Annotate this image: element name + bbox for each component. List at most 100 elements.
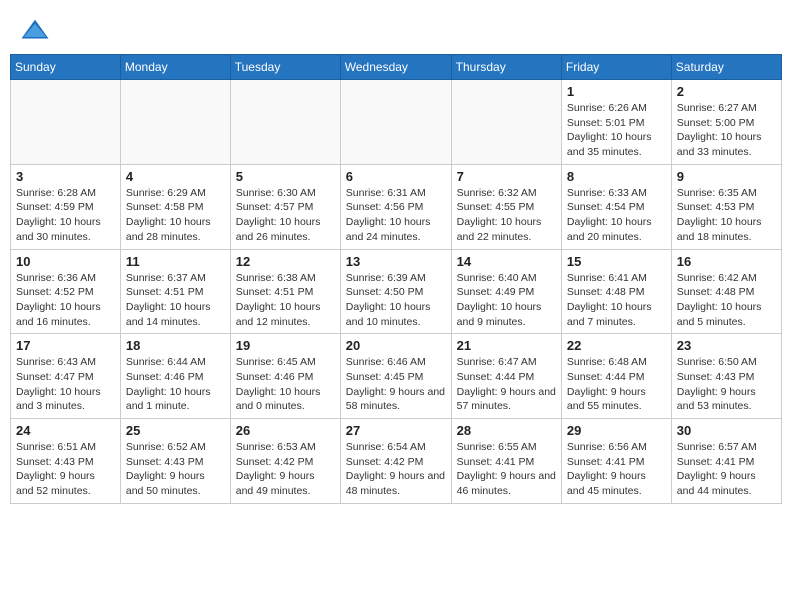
day-number: 20 (346, 338, 446, 353)
calendar-cell: 2 Sunrise: 6:27 AM Sunset: 5:00 PM Daylig… (671, 80, 781, 165)
day-info: Sunrise: 6:31 AM Sunset: 4:56 PM Dayligh… (346, 186, 446, 245)
day-number: 11 (126, 254, 225, 269)
calendar-cell: 7 Sunrise: 6:32 AM Sunset: 4:55 PM Daylig… (451, 164, 561, 249)
calendar-cell: 23Sunrise: 6:50 AM Sunset: 4:43 PM Dayli… (671, 334, 781, 419)
day-info: Sunrise: 6:40 AM Sunset: 4:49 PM Dayligh… (457, 271, 556, 330)
day-info: Sunrise: 6:44 AM Sunset: 4:46 PM Dayligh… (126, 355, 225, 414)
calendar-cell: 29 Sunrise: 6:56 AM Sunset: 4:41 PM Dayli… (561, 419, 671, 504)
day-number: 4 (126, 169, 225, 184)
day-number: 5 (236, 169, 335, 184)
day-number: 18 (126, 338, 225, 353)
calendar-cell: 16Sunrise: 6:42 AM Sunset: 4:48 PM Dayli… (671, 249, 781, 334)
calendar-cell: 25 Sunrise: 6:52 AM Sunset: 4:43 PM Dayli… (120, 419, 230, 504)
day-info: Sunrise: 6:43 AM Sunset: 4:47 PM Dayligh… (16, 355, 115, 414)
calendar-cell (451, 80, 561, 165)
day-number: 15 (567, 254, 666, 269)
day-number: 6 (346, 169, 446, 184)
calendar-week-1: 1 Sunrise: 6:26 AM Sunset: 5:01 PM Daylig… (11, 80, 782, 165)
day-info: Sunrise: 6:55 AM Sunset: 4:41 PM Dayligh… (457, 440, 556, 499)
day-number: 29 (567, 423, 666, 438)
day-info: Sunrise: 6:27 AM Sunset: 5:00 PM Dayligh… (677, 101, 776, 160)
calendar-cell: 3 Sunrise: 6:28 AM Sunset: 4:59 PM Daylig… (11, 164, 121, 249)
calendar-cell (11, 80, 121, 165)
day-info: Sunrise: 6:36 AM Sunset: 4:52 PM Dayligh… (16, 271, 115, 330)
logo-icon (20, 16, 50, 46)
calendar-cell: 9 Sunrise: 6:35 AM Sunset: 4:53 PM Daylig… (671, 164, 781, 249)
calendar-cell: 28 Sunrise: 6:55 AM Sunset: 4:41 PM Dayli… (451, 419, 561, 504)
weekday-header-tuesday: Tuesday (230, 55, 340, 80)
calendar-cell: 15 Sunrise: 6:41 AM Sunset: 4:48 PM Dayli… (561, 249, 671, 334)
calendar-cell: 1 Sunrise: 6:26 AM Sunset: 5:01 PM Daylig… (561, 80, 671, 165)
day-number: 12 (236, 254, 335, 269)
calendar-cell (230, 80, 340, 165)
weekday-header-saturday: Saturday (671, 55, 781, 80)
day-number: 25 (126, 423, 225, 438)
day-info: Sunrise: 6:37 AM Sunset: 4:51 PM Dayligh… (126, 271, 225, 330)
day-number: 10 (16, 254, 115, 269)
weekday-header-friday: Friday (561, 55, 671, 80)
calendar-cell: 17 Sunrise: 6:43 AM Sunset: 4:47 PM Dayli… (11, 334, 121, 419)
day-number: 17 (16, 338, 115, 353)
day-info: Sunrise: 6:30 AM Sunset: 4:57 PM Dayligh… (236, 186, 335, 245)
day-number: 3 (16, 169, 115, 184)
day-number: 8 (567, 169, 666, 184)
day-info: Sunrise: 6:57 AM Sunset: 4:41 PM Dayligh… (677, 440, 776, 499)
day-info: Sunrise: 6:52 AM Sunset: 4:43 PM Dayligh… (126, 440, 225, 499)
calendar-cell: 13Sunrise: 6:39 AM Sunset: 4:50 PM Dayli… (340, 249, 451, 334)
calendar-cell: 6 Sunrise: 6:31 AM Sunset: 4:56 PM Daylig… (340, 164, 451, 249)
weekday-header-row: SundayMondayTuesdayWednesdayThursdayFrid… (11, 55, 782, 80)
calendar-cell: 10 Sunrise: 6:36 AM Sunset: 4:52 PM Dayli… (11, 249, 121, 334)
weekday-header-sunday: Sunday (11, 55, 121, 80)
day-info: Sunrise: 6:51 AM Sunset: 4:43 PM Dayligh… (16, 440, 115, 499)
calendar-week-5: 24 Sunrise: 6:51 AM Sunset: 4:43 PM Dayli… (11, 419, 782, 504)
day-number: 28 (457, 423, 556, 438)
calendar-table: SundayMondayTuesdayWednesdayThursdayFrid… (10, 54, 782, 504)
calendar-cell: 14 Sunrise: 6:40 AM Sunset: 4:49 PM Dayli… (451, 249, 561, 334)
calendar-week-3: 10 Sunrise: 6:36 AM Sunset: 4:52 PM Dayli… (11, 249, 782, 334)
day-info: Sunrise: 6:45 AM Sunset: 4:46 PM Dayligh… (236, 355, 335, 414)
calendar-week-4: 17 Sunrise: 6:43 AM Sunset: 4:47 PM Dayli… (11, 334, 782, 419)
calendar-cell: 4Sunrise: 6:29 AM Sunset: 4:58 PM Daylig… (120, 164, 230, 249)
day-info: Sunrise: 6:32 AM Sunset: 4:55 PM Dayligh… (457, 186, 556, 245)
weekday-header-monday: Monday (120, 55, 230, 80)
weekday-header-wednesday: Wednesday (340, 55, 451, 80)
day-number: 26 (236, 423, 335, 438)
day-number: 27 (346, 423, 446, 438)
day-number: 22 (567, 338, 666, 353)
day-number: 19 (236, 338, 335, 353)
calendar-cell (340, 80, 451, 165)
day-info: Sunrise: 6:53 AM Sunset: 4:42 PM Dayligh… (236, 440, 335, 499)
page-header (10, 10, 782, 46)
day-number: 1 (567, 84, 666, 99)
day-number: 2 (677, 84, 776, 99)
day-info: Sunrise: 6:54 AM Sunset: 4:42 PM Dayligh… (346, 440, 446, 499)
calendar-cell: 5 Sunrise: 6:30 AM Sunset: 4:57 PM Daylig… (230, 164, 340, 249)
calendar-cell: 24 Sunrise: 6:51 AM Sunset: 4:43 PM Dayli… (11, 419, 121, 504)
day-number: 9 (677, 169, 776, 184)
calendar-cell: 18 Sunrise: 6:44 AM Sunset: 4:46 PM Dayli… (120, 334, 230, 419)
weekday-header-thursday: Thursday (451, 55, 561, 80)
day-number: 14 (457, 254, 556, 269)
day-number: 16 (677, 254, 776, 269)
calendar-cell: 22Sunrise: 6:48 AM Sunset: 4:44 PM Dayli… (561, 334, 671, 419)
calendar-cell: 20 Sunrise: 6:46 AM Sunset: 4:45 PM Dayli… (340, 334, 451, 419)
day-info: Sunrise: 6:38 AM Sunset: 4:51 PM Dayligh… (236, 271, 335, 330)
day-info: Sunrise: 6:26 AM Sunset: 5:01 PM Dayligh… (567, 101, 666, 160)
day-info: Sunrise: 6:28 AM Sunset: 4:59 PM Dayligh… (16, 186, 115, 245)
day-info: Sunrise: 6:46 AM Sunset: 4:45 PM Dayligh… (346, 355, 446, 414)
calendar-cell: 11 Sunrise: 6:37 AM Sunset: 4:51 PM Dayli… (120, 249, 230, 334)
day-number: 24 (16, 423, 115, 438)
day-info: Sunrise: 6:35 AM Sunset: 4:53 PM Dayligh… (677, 186, 776, 245)
day-number: 30 (677, 423, 776, 438)
logo (20, 16, 52, 46)
day-number: 13 (346, 254, 446, 269)
day-number: 21 (457, 338, 556, 353)
calendar-week-2: 3 Sunrise: 6:28 AM Sunset: 4:59 PM Daylig… (11, 164, 782, 249)
calendar-cell (120, 80, 230, 165)
calendar-cell: 30 Sunrise: 6:57 AM Sunset: 4:41 PM Dayli… (671, 419, 781, 504)
day-info: Sunrise: 6:47 AM Sunset: 4:44 PM Dayligh… (457, 355, 556, 414)
calendar-cell: 12 Sunrise: 6:38 AM Sunset: 4:51 PM Dayli… (230, 249, 340, 334)
day-number: 7 (457, 169, 556, 184)
day-info: Sunrise: 6:56 AM Sunset: 4:41 PM Dayligh… (567, 440, 666, 499)
day-info: Sunrise: 6:41 AM Sunset: 4:48 PM Dayligh… (567, 271, 666, 330)
